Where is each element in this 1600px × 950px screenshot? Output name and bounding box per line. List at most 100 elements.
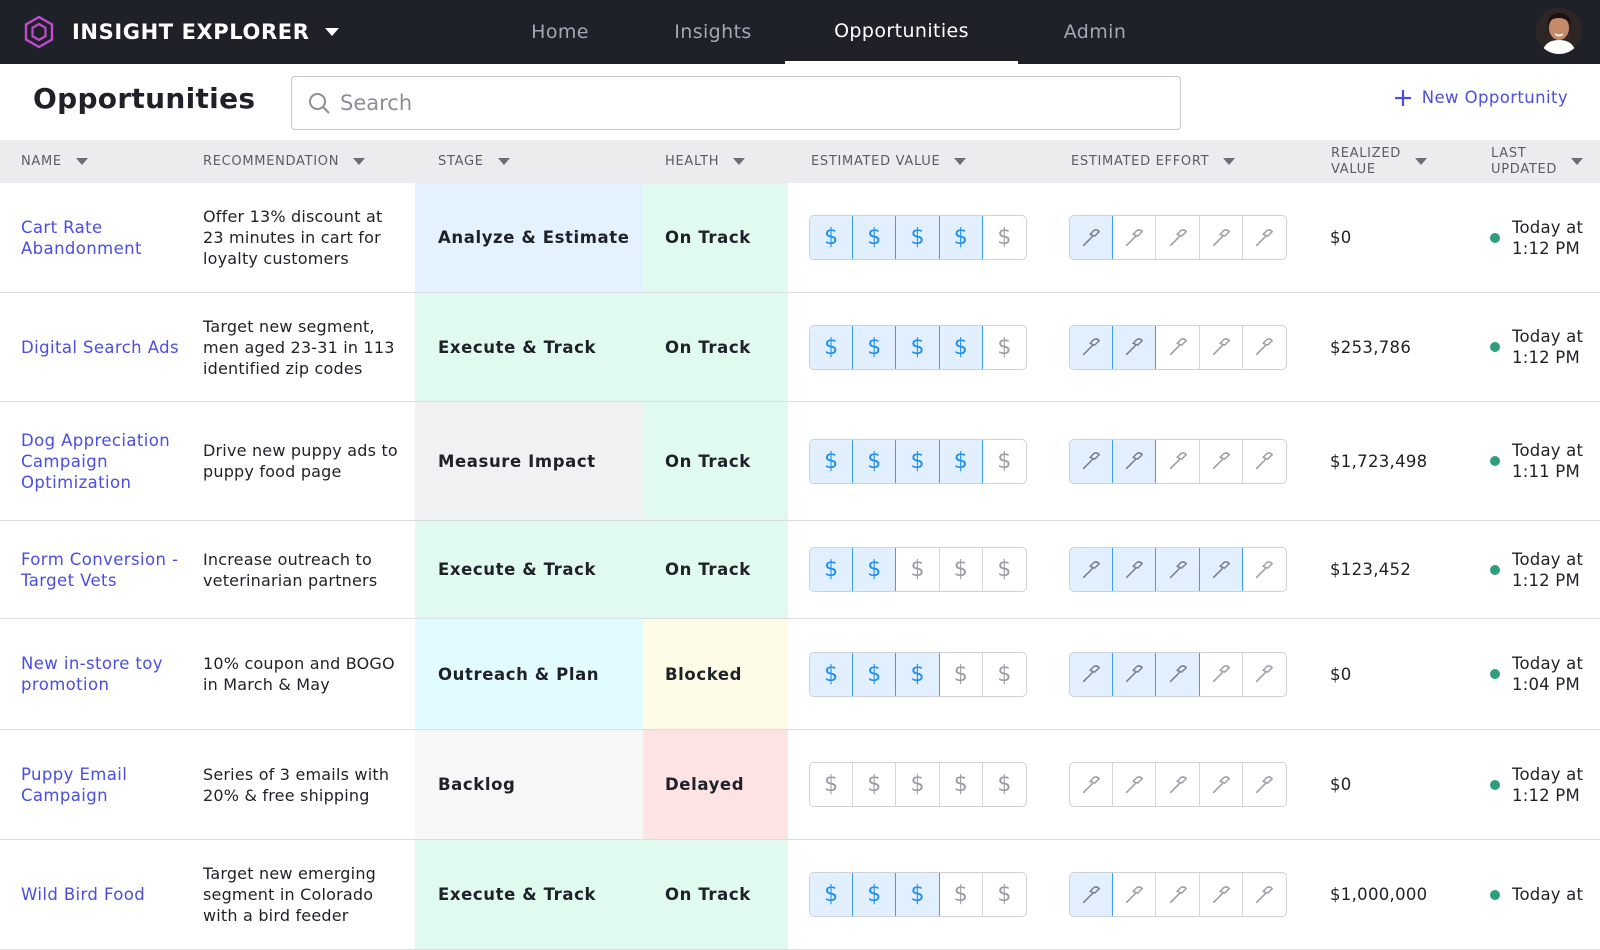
tab-opportunities[interactable]: Opportunities [785,0,1018,64]
dollar-icon[interactable]: $ [940,652,983,696]
tab-admin[interactable]: Admin [1040,0,1150,64]
column-header-realized-value[interactable]: REALIZED VALUE [1331,140,1427,183]
hammer-icon[interactable] [1156,216,1200,259]
hammer-icon[interactable] [1200,216,1243,259]
hammer-icon[interactable] [1243,548,1286,591]
hammer-icon[interactable] [1070,548,1114,591]
app-switcher[interactable]: INSIGHT EXPLORER [20,12,340,52]
table-row[interactable]: Cart Rate Abandonment Offer 13% discount … [0,183,1600,293]
sort-caret-icon[interactable] [75,158,88,165]
stage-cell[interactable]: Measure Impact [415,402,643,520]
hammer-icon[interactable] [1070,439,1114,483]
hammer-icon[interactable] [1156,439,1200,483]
estimated-effort-rating[interactable] [1069,872,1287,917]
dollar-icon[interactable]: $ [939,325,983,369]
hammer-icon[interactable] [1200,325,1243,369]
dollar-icon[interactable]: $ [983,763,1026,806]
opportunity-name-link[interactable]: Dog Appreciation Campaign Optimization [21,402,191,520]
stage-cell[interactable]: Execute & Track [415,840,643,949]
hammer-icon[interactable] [1156,325,1200,369]
dollar-icon[interactable]: $ [853,325,897,369]
dollar-icon[interactable]: $ [853,763,897,806]
hammer-icon[interactable] [1200,439,1243,483]
hammer-icon[interactable] [1156,652,1200,696]
estimated-effort-rating[interactable] [1069,438,1287,484]
hammer-icon[interactable] [1070,216,1114,259]
sort-caret-icon[interactable] [1571,158,1584,165]
dollar-icon[interactable]: $ [983,440,1026,483]
tab-home[interactable]: Home [505,0,615,64]
sort-caret-icon[interactable] [1414,158,1427,165]
estimated-value-rating[interactable]: $ $ $ $ $ [809,215,1027,260]
health-cell[interactable]: On Track [643,183,788,292]
dollar-icon[interactable]: $ [853,216,897,259]
sort-caret-icon[interactable] [497,158,510,165]
estimated-value-rating[interactable]: $ $ $ $ $ [809,651,1027,697]
dollar-icon[interactable]: $ [810,439,854,483]
dollar-icon[interactable]: $ [810,652,854,696]
health-cell[interactable]: Delayed [643,730,788,839]
dollar-icon[interactable]: $ [896,652,940,696]
estimated-effort-rating[interactable] [1069,547,1287,592]
hammer-icon[interactable] [1243,653,1286,696]
avatar[interactable] [1536,8,1582,54]
hammer-icon[interactable] [1113,216,1157,259]
dollar-icon[interactable]: $ [896,216,940,259]
dollar-icon[interactable]: $ [983,326,1026,369]
dollar-icon[interactable]: $ [853,873,897,916]
dollar-icon[interactable]: $ [896,439,940,483]
column-header-stage[interactable]: STAGE [438,140,510,183]
column-header-estimated-value[interactable]: ESTIMATED VALUE [811,140,967,183]
hammer-icon[interactable] [1113,763,1157,806]
new-opportunity-button[interactable]: New Opportunity [1394,88,1568,107]
opportunity-name-link[interactable]: Cart Rate Abandonment [21,183,191,292]
estimated-effort-rating[interactable] [1069,324,1287,370]
opportunity-name-link[interactable]: New in-store toy promotion [21,619,191,729]
stage-cell[interactable]: Execute & Track [415,293,643,401]
stage-cell[interactable]: Execute & Track [415,521,643,618]
dollar-icon[interactable]: $ [940,763,983,806]
dollar-icon[interactable]: $ [810,873,854,916]
opportunity-name-link[interactable]: Form Conversion - Target Vets [21,521,191,618]
dollar-icon[interactable]: $ [810,763,854,806]
health-cell[interactable]: On Track [643,402,788,520]
stage-cell[interactable]: Backlog [415,730,643,839]
estimated-value-rating[interactable]: $ $ $ $ $ [809,762,1027,807]
dollar-icon[interactable]: $ [896,873,940,916]
hammer-icon[interactable] [1156,548,1200,591]
health-cell[interactable]: On Track [643,293,788,401]
column-header-estimated-effort[interactable]: ESTIMATED EFFORT [1071,140,1236,183]
dollar-icon[interactable]: $ [983,216,1026,259]
hammer-icon[interactable] [1113,652,1157,696]
hammer-icon[interactable] [1070,325,1114,369]
hammer-icon[interactable] [1243,440,1286,483]
opportunity-name-link[interactable]: Wild Bird Food [21,840,191,949]
estimated-effort-rating[interactable] [1069,651,1287,697]
dollar-icon[interactable]: $ [939,216,983,259]
estimated-value-rating[interactable]: $ $ $ $ $ [809,324,1027,370]
hammer-icon[interactable] [1200,873,1243,916]
dollar-icon[interactable]: $ [896,548,940,591]
hammer-icon[interactable] [1200,763,1243,806]
hammer-icon[interactable] [1243,216,1286,259]
sort-caret-icon[interactable] [353,158,366,165]
hammer-icon[interactable] [1199,548,1243,591]
estimated-value-rating[interactable]: $ $ $ $ $ [809,547,1027,592]
column-header-last-updated[interactable]: LAST UPDATED [1491,140,1584,183]
sort-caret-icon[interactable] [733,158,746,165]
dollar-icon[interactable]: $ [940,873,983,916]
sort-caret-icon[interactable] [1223,158,1236,165]
opportunity-name-link[interactable]: Digital Search Ads [21,293,191,401]
dollar-icon[interactable]: $ [896,763,940,806]
table-row[interactable]: Digital Search Ads Target new segment, me… [0,293,1600,402]
hammer-icon[interactable] [1156,763,1200,806]
health-cell[interactable]: On Track [643,840,788,949]
opportunity-name-link[interactable]: Puppy Email Campaign [21,730,191,839]
column-header-health[interactable]: HEALTH [665,140,746,183]
hammer-icon[interactable] [1113,439,1157,483]
hammer-icon[interactable] [1243,763,1286,806]
dollar-icon[interactable]: $ [896,325,940,369]
estimated-effort-rating[interactable] [1069,762,1287,807]
dollar-icon[interactable]: $ [983,548,1026,591]
dollar-icon[interactable]: $ [939,439,983,483]
